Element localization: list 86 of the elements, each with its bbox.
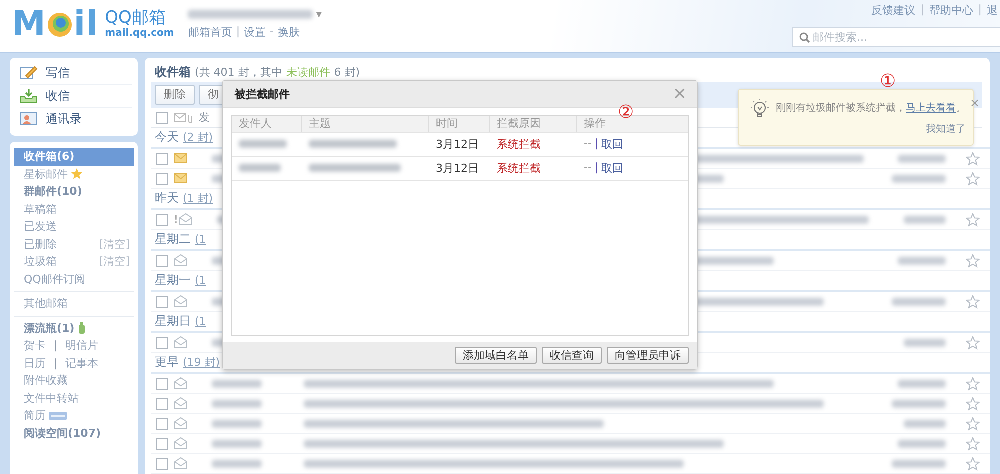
column-heading: 主题 [302, 116, 429, 132]
caret-icon[interactable]: ▾ [316, 8, 322, 21]
separator: | [920, 3, 924, 18]
nav-link[interactable]: 换肤 [278, 25, 300, 40]
group-count[interactable]: (19 封) [183, 355, 220, 370]
top-link[interactable]: 退 [987, 3, 998, 18]
placeholder-dash: -- [584, 161, 592, 176]
dialog-button[interactable]: 添加域白名单 [455, 347, 537, 364]
logo-text: M [12, 6, 46, 42]
group-count[interactable]: (1 [195, 233, 206, 246]
table-cell-text: 3月12日 [435, 137, 480, 152]
column-heading: 发件人 [232, 116, 302, 132]
separator: | [978, 3, 982, 18]
search-field[interactable]: 邮件搜索... [792, 27, 1000, 47]
nav-link[interactable]: 邮箱首页 [188, 25, 232, 40]
sidebar-action[interactable]: 收信 [46, 88, 70, 104]
group-label: 更早 [155, 354, 179, 371]
folder-item[interactable]: 阅读空间(107) [14, 424, 134, 442]
folder-item[interactable]: 文件中转站 [14, 390, 134, 407]
folder-item[interactable]: 群邮件(10) [14, 183, 134, 200]
folder-title: 收件箱 [155, 64, 191, 81]
table-cell-text: 3月12日 [435, 161, 480, 176]
group-count[interactable]: (2 封) [183, 130, 214, 145]
separator: | [236, 25, 240, 40]
brand-name: QQ邮箱 [105, 9, 167, 28]
dialog-title: 被拦截邮件 [235, 86, 290, 102]
group-label: 星期日 [155, 313, 191, 330]
nav-link[interactable]: 设置 [244, 25, 266, 40]
folder-item[interactable]: 简历 [14, 407, 134, 424]
folder-item[interactable]: 已发送 [14, 218, 134, 236]
top-link[interactable]: 反馈建议 [872, 3, 916, 18]
separator: | [54, 356, 58, 370]
annotation-number: ② [618, 104, 634, 122]
sidebar-link[interactable]: 日历 [24, 356, 46, 371]
group-label: 星期二 [155, 231, 191, 248]
logo-text: il [74, 6, 100, 42]
brand-domain: mail.qq.com [105, 28, 174, 39]
retrieve-link[interactable]: 取回 [602, 137, 624, 152]
priority-mark: ! [174, 213, 178, 226]
dismiss-link[interactable]: 我知道了 [926, 122, 966, 136]
separator: | [594, 137, 599, 152]
block-reason: 系统拦截 [496, 161, 542, 176]
dialog-button[interactable]: 收信查询 [542, 347, 602, 364]
sidebar-link[interactable]: 贺卡 [24, 338, 46, 354]
clear-link[interactable]: [清空] [99, 254, 130, 270]
folder-item[interactable]: 附件收藏 [14, 372, 134, 390]
clear-link[interactable]: [清空] [99, 236, 130, 252]
retrieve-link[interactable]: 取回 [602, 161, 624, 176]
group-count[interactable]: (1 [195, 274, 206, 287]
toolbar-button[interactable]: 删除 [155, 85, 195, 105]
close-button[interactable]: × [672, 86, 687, 102]
separator: - [270, 25, 274, 40]
column-heading: 时间 [429, 116, 490, 132]
group-count[interactable]: (1 [195, 315, 206, 328]
column-heading: 拦截原因 [490, 116, 577, 132]
mail-count: 6 封) [334, 65, 360, 80]
folder-item[interactable]: 星标邮件 [14, 166, 134, 183]
sidebar-action[interactable]: 写信 [46, 64, 70, 82]
dialog-button[interactable]: 向管理员申诉 [607, 347, 689, 364]
sidebar-link[interactable]: 明信片 [66, 338, 99, 354]
sidebar-action[interactable]: 通讯录 [46, 110, 82, 128]
separator: | [594, 161, 599, 176]
placeholder-dash: -- [584, 137, 592, 152]
group-label: 昨天 [155, 190, 179, 207]
sidebar-link[interactable]: 记事本 [66, 356, 99, 371]
group-count[interactable]: (1 封) [183, 191, 214, 206]
view-link[interactable]: 马上去看看 [906, 103, 956, 114]
folder-item[interactable]: 收件箱(6) [14, 148, 134, 166]
block-reason: 系统拦截 [496, 137, 542, 152]
folder-item[interactable]: 其他邮箱 [14, 295, 134, 312]
column-heading: 发 [199, 110, 210, 125]
folder-item[interactable]: 漂流瓶(1) [14, 320, 134, 337]
unread-link[interactable]: 未读邮件 [286, 65, 330, 80]
column-heading: 操作 [583, 116, 607, 132]
mail-count: (共 401 封，其中 [195, 65, 282, 80]
top-link[interactable]: 帮助中心 [929, 3, 974, 18]
group-label: 星期一 [155, 272, 191, 289]
separator: | [54, 339, 58, 352]
annotation-number: ① [880, 73, 896, 91]
folder-item[interactable]: 垃圾箱 [24, 254, 57, 270]
group-label: 今天 [155, 129, 179, 146]
folder-item[interactable]: QQ邮件订阅 [14, 270, 134, 288]
folder-item[interactable]: 已删除 [24, 236, 57, 252]
notice-text: 刚刚有垃圾邮件被系统拦截，马上去看看。 [776, 102, 966, 115]
close-button[interactable]: × [970, 98, 980, 145]
folder-item[interactable]: 草稿箱 [14, 200, 134, 218]
